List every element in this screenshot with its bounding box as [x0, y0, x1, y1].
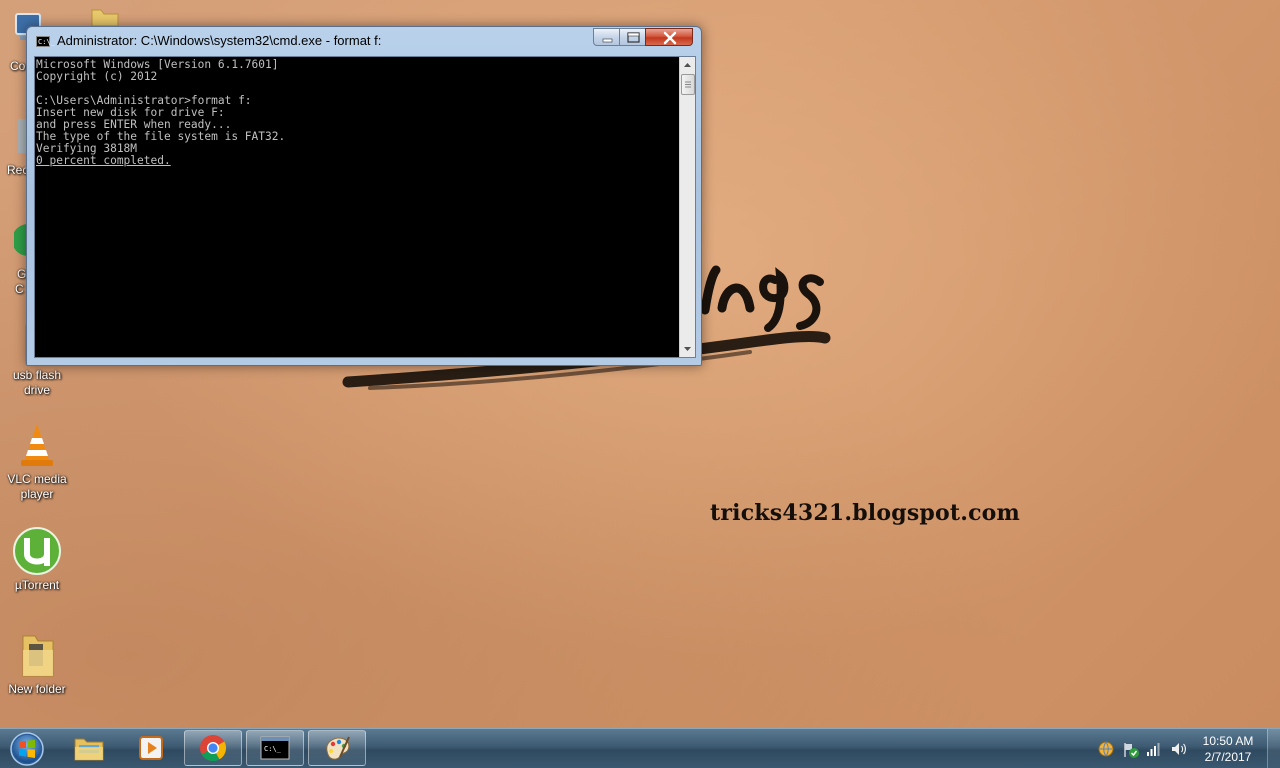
taskbar-cmd[interactable]: C:\_: [246, 730, 304, 766]
utorrent-icon: [13, 526, 61, 576]
desktop-icon-label: µTorrent: [14, 578, 60, 592]
desktop-icon-label: player: [20, 487, 54, 501]
cmd-icon[interactable]: C:\_: [36, 36, 55, 47]
folder-icon: [17, 630, 57, 680]
network-globe-icon[interactable]: [1098, 741, 1114, 762]
console-area[interactable]: Microsoft Windows [Version 6.1.7601] Copy…: [34, 56, 696, 358]
console-line-progress: 0 percent completed.: [36, 154, 171, 167]
maximize-button[interactable]: [619, 28, 646, 46]
taskbar-chrome[interactable]: [184, 730, 242, 766]
taskbar-windows-explorer[interactable]: [60, 730, 118, 766]
desktop-icon-vlc-media-player[interactable]: VLC media player: [0, 422, 74, 502]
window-titlebar[interactable]: C:\_ Administrator: C:\Windows\system32\…: [27, 27, 701, 55]
cmd-window[interactable]: C:\_ Administrator: C:\Windows\system32\…: [26, 26, 702, 366]
console-line: Copyright (c) 2012: [36, 70, 158, 83]
volume-speaker-icon[interactable]: [1170, 741, 1188, 762]
clock-time: 10:50 AM: [1202, 734, 1254, 748]
taskbar-clock[interactable]: 10:50 AM 2/7/2017: [1198, 733, 1258, 765]
folder-icon[interactable]: [90, 6, 120, 28]
taskbar-paint[interactable]: [308, 730, 366, 766]
cmd-icon: C:\_: [260, 736, 290, 760]
close-icon: [663, 31, 677, 45]
scroll-up-arrow-icon[interactable]: [680, 57, 695, 73]
svg-text:C:\_: C:\_: [264, 745, 282, 753]
scrollbar-thumb[interactable]: [681, 74, 695, 95]
console-output[interactable]: Microsoft Windows [Version 6.1.7601] Copy…: [35, 57, 678, 357]
desktop-icon-label: usb flash: [12, 368, 62, 382]
minimize-button[interactable]: [593, 28, 620, 46]
paint-icon: [326, 736, 350, 760]
desktop-icon-label: New folder: [8, 682, 66, 696]
minimize-icon: [602, 38, 613, 43]
desktop-icon-utorrent[interactable]: µTorrent: [0, 526, 74, 593]
action-center-flag-icon[interactable]: [1122, 741, 1140, 764]
show-desktop-button[interactable]: [1267, 729, 1280, 768]
desktop-icon-new-folder[interactable]: New folder: [0, 630, 74, 697]
close-button[interactable]: [645, 28, 693, 46]
computer-label: Co: [10, 59, 26, 73]
start-button[interactable]: [4, 730, 50, 768]
vertical-scrollbar[interactable]: [679, 57, 695, 357]
media-player-icon: [139, 736, 163, 760]
signal-strength-icon[interactable]: [1146, 741, 1162, 762]
windows-explorer-icon: [74, 738, 104, 761]
chrome-label-line2: C: [15, 282, 24, 296]
system-tray: 10:50 AM 2/7/2017: [1090, 729, 1280, 768]
desktop-icon-label: drive: [23, 383, 50, 397]
taskbar-media-player[interactable]: [122, 730, 180, 766]
vlc-cone-icon: [13, 422, 61, 470]
windows-logo-icon: [10, 732, 44, 766]
clock-date: 2/7/2017: [1204, 750, 1252, 764]
desktop-icon-label: VLC media: [7, 472, 67, 486]
chrome-icon: [200, 735, 227, 762]
blog-watermark: tricks4321.blogspot.com: [710, 500, 1021, 526]
window-title: Administrator: C:\Windows\system32\cmd.e…: [57, 33, 382, 48]
scroll-down-arrow-icon[interactable]: [680, 341, 695, 357]
taskbar: C:\_ 10:50 AM 2/7/2017: [0, 728, 1280, 768]
maximize-icon: [627, 32, 640, 43]
chrome-label-line1: G: [17, 267, 27, 281]
